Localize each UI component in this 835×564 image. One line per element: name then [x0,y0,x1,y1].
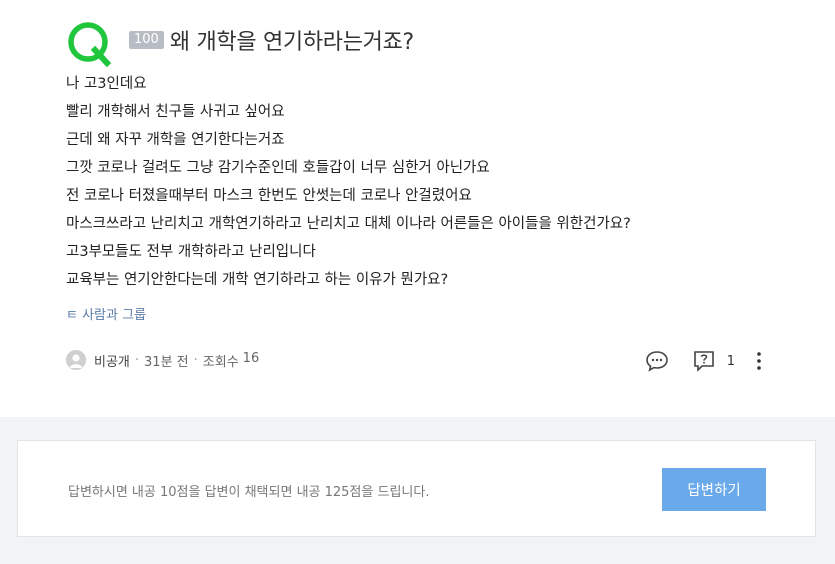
view-count-label: 조회수 [202,354,239,370]
question-actions: 1 [645,350,763,372]
meta-separator: · [193,352,198,368]
avatar-icon [66,350,86,370]
view-count: 조회수 16 [203,351,259,370]
report-button[interactable]: 1 [693,350,735,372]
answer-button[interactable]: 답변하기 [662,468,766,511]
question-title-row: 100 왜 개학을 연기하라는거죠? [129,24,414,56]
body-line: 나 고3인데요 [66,76,147,92]
answer-prompt-box: 답변하시면 내공 10점을 답변이 채택되면 내공 125점을 드립니다. 답변… [17,440,816,537]
view-count-value: 16 [242,350,260,366]
time-ago: 31분 전 [144,354,189,370]
more-options-button[interactable] [755,350,763,372]
category-tag-link[interactable]: ㅌ 사람과 그룹 [66,304,146,323]
body-line: 고3부모들도 전부 개학하라고 난리입니다 [66,244,316,260]
meta-separator: · [134,352,140,368]
answer-prompt-text: 답변하시면 내공 10점을 답변이 채택되면 내공 125점을 드립니다. [68,485,430,500]
points-badge: 100 [129,31,164,49]
report-count: 1 [726,353,735,369]
body-line: 근데 왜 자꾸 개학을 연기한다는거죠 [66,132,285,148]
question-meta: 비공개 · 31분 전 · 조회수 16 [66,350,259,370]
question-panel: 100 왜 개학을 연기하라는거죠? 나 고3인데요 빨리 개학해서 친구들 사… [0,0,835,417]
body-line: 마스크쓰라고 난리치고 개학연기하라고 난리치고 대체 이나라 어른들은 아이들… [66,216,631,232]
body-line: 전 코로나 터졌을때부터 마스크 한번도 안썻는데 코로나 안걸렸어요 [66,188,472,204]
body-line: 그깟 코로나 걸려도 그냥 감기수준인데 호들갑이 너무 심한거 아닌가요 [66,160,490,176]
comment-icon [645,351,668,372]
author-name[interactable]: 비공개 [94,351,130,370]
comment-button[interactable] [645,350,669,372]
body-line: 빨리 개학해서 친구들 사귀고 싶어요 [66,104,285,120]
q-logo-icon [68,22,112,68]
report-icon [693,351,714,372]
more-vertical-icon [757,352,761,370]
question-body: 나 고3인데요 빨리 개학해서 친구들 사귀고 싶어요 근데 왜 자꾸 개학을 … [66,70,631,294]
question-title: 왜 개학을 연기하라는거죠? [169,30,414,55]
body-line: 교육부는 연기안한다는데 개학 연기하라고 하는 이유가 뭔가요? [66,272,449,288]
